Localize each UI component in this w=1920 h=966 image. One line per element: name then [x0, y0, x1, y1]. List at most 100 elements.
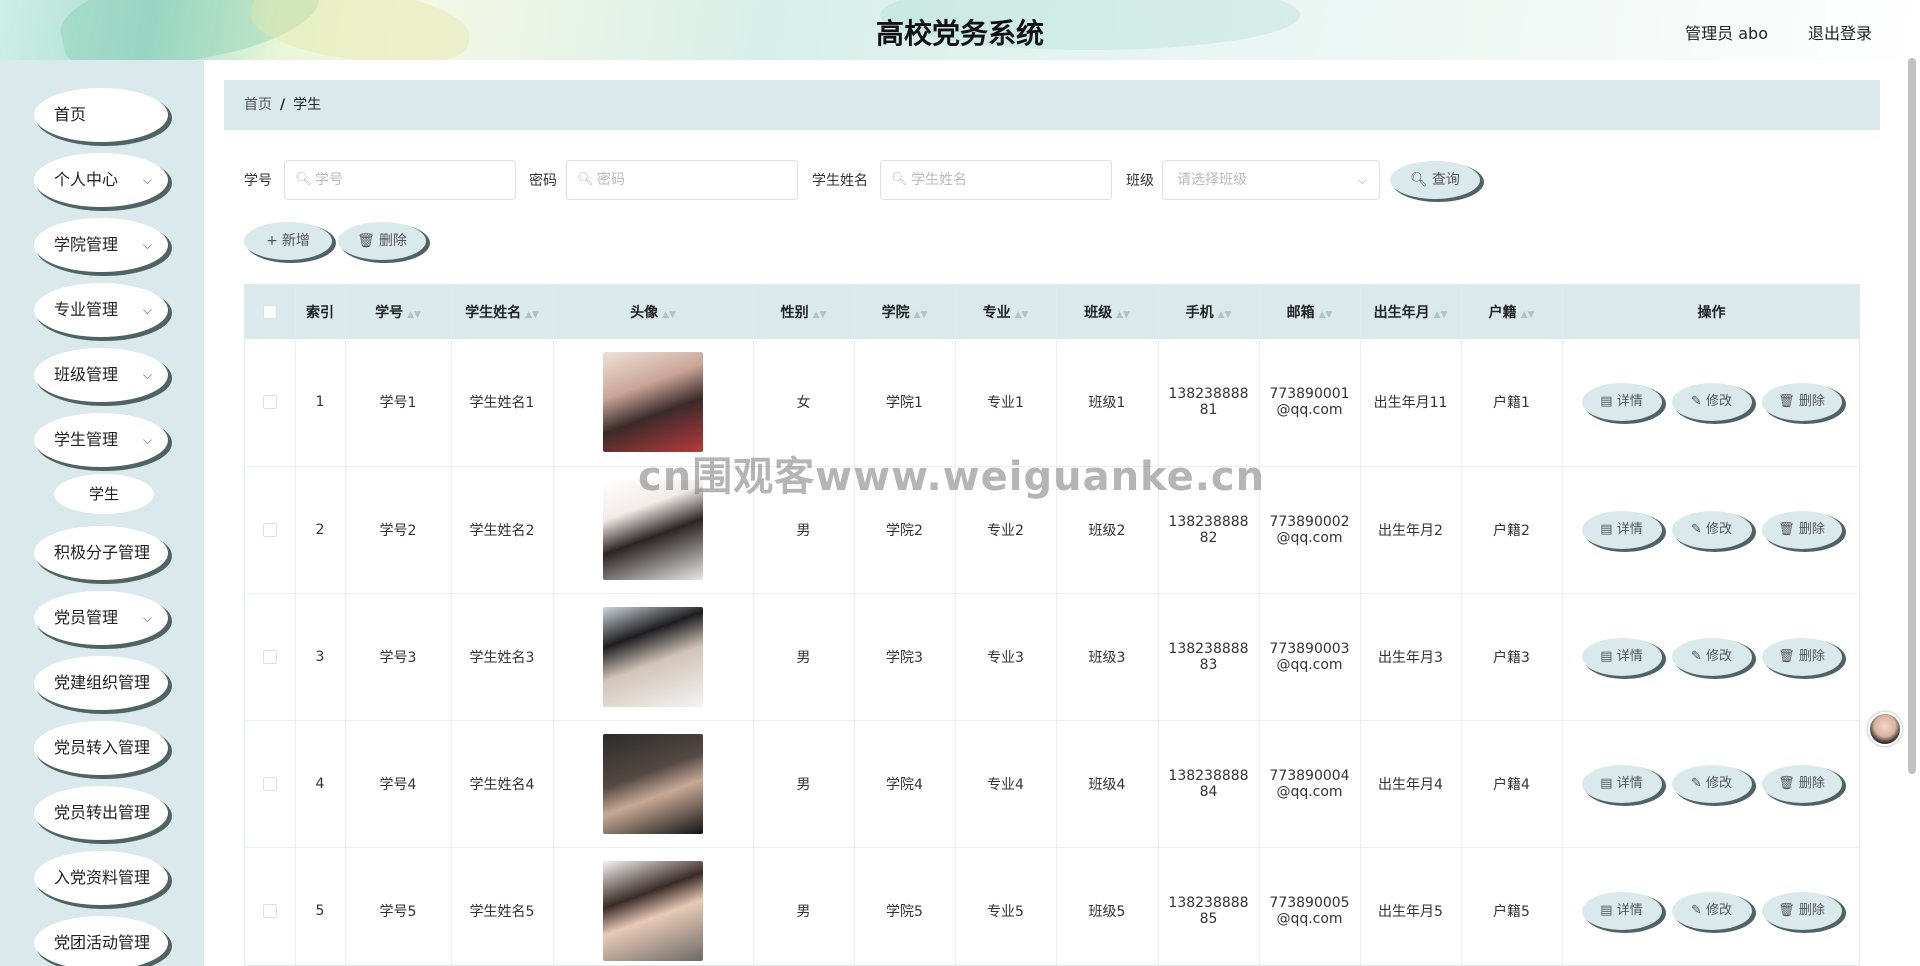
sidebar-item-home[interactable]: 首页: [34, 88, 168, 142]
delete-button[interactable]: 🗑︎ 删除: [1761, 764, 1842, 803]
sort-icon[interactable]: ▲▼: [1015, 310, 1029, 320]
phone-part: 84: [1199, 783, 1218, 800]
column-header[interactable]: 学号 ▲▼: [345, 285, 452, 339]
column-header[interactable]: 专业 ▲▼: [955, 285, 1057, 339]
batch-delete-button[interactable]: 🗑︎ 删除: [338, 222, 426, 260]
edit-button[interactable]: ✎ 修改: [1671, 764, 1752, 803]
row-checkbox[interactable]: [262, 903, 277, 918]
detail-button-label: 详情: [1616, 775, 1643, 791]
column-header[interactable]: 性别 ▲▼: [753, 285, 855, 339]
sidebar-item-class[interactable]: 班级管理 ⌵: [34, 348, 168, 402]
sidebar-item-organization[interactable]: 党建组织管理: [34, 656, 168, 710]
xuehao-input[interactable]: 🔍︎ 学号: [284, 160, 516, 200]
column-header[interactable]: 头像 ▲▼: [553, 285, 754, 339]
sidebar-item-college[interactable]: 学院管理 ⌵: [34, 218, 168, 272]
delete-button[interactable]: 🗑︎ 删除: [1761, 637, 1842, 676]
page-scrollbar[interactable]: [1908, 58, 1916, 774]
class-cell: 班级5: [1056, 847, 1159, 965]
sidebar-item-transfer-out[interactable]: 党员转出管理: [34, 786, 168, 840]
document-icon: ▤: [1600, 775, 1617, 791]
column-header[interactable]: 户籍 ▲▼: [1461, 285, 1563, 339]
sort-icon[interactable]: ▲▼: [1319, 310, 1333, 320]
column-header-label: 学生姓名: [465, 305, 522, 321]
edit-button[interactable]: ✎ 修改: [1671, 510, 1752, 549]
column-header[interactable]: 班级 ▲▼: [1056, 285, 1159, 339]
phone-cell: 138238888 84: [1158, 720, 1260, 848]
index-cell: 4: [295, 720, 346, 848]
row-select-cell: [245, 339, 296, 467]
chevron-down-icon: ⌵: [142, 368, 152, 382]
column-header[interactable]: 学生姓名 ▲▼: [451, 285, 554, 339]
column-header[interactable]: 学院 ▲▼: [854, 285, 956, 339]
delete-button[interactable]: 🗑︎ 删除: [1761, 510, 1842, 549]
huji-cell: 户籍1: [1461, 339, 1563, 467]
edit-button-label: 修改: [1706, 775, 1733, 791]
birth-cell: 出生年月5: [1360, 847, 1462, 965]
trash-icon: 🗑︎: [357, 233, 375, 249]
xuehao-placeholder: 学号: [315, 172, 343, 188]
sidebar-item-activist[interactable]: 积极分子管理: [34, 526, 168, 580]
sidebar-item-transfer-in[interactable]: 党员转入管理: [34, 721, 168, 775]
index-cell: 2: [295, 466, 346, 594]
breadcrumb: 首页 / 学生: [224, 80, 1880, 130]
sidebar-subitem-student[interactable]: 学生: [54, 474, 154, 514]
phone-cell: 138238888 85: [1158, 847, 1260, 965]
column-header[interactable]: 手机 ▲▼: [1158, 285, 1260, 339]
sidebar-item-activities[interactable]: 党团活动管理: [34, 916, 168, 966]
column-header-label: 出生年月: [1373, 305, 1430, 321]
mima-placeholder: 密码: [597, 172, 625, 188]
sidebar-item-label: 学院管理: [54, 235, 119, 254]
detail-button-label: 详情: [1616, 902, 1643, 918]
detail-button[interactable]: ▤ 详情: [1581, 891, 1662, 930]
student-name-input[interactable]: 🔍︎ 学生姓名: [880, 160, 1112, 200]
sort-icon[interactable]: ▲▼: [525, 310, 539, 320]
college-cell: 学院4: [854, 720, 956, 848]
detail-button[interactable]: ▤ 详情: [1581, 637, 1662, 676]
row-checkbox[interactable]: [262, 776, 277, 791]
delete-button[interactable]: 🗑︎ 删除: [1761, 891, 1842, 930]
avatar-cell: [553, 720, 754, 848]
row-checkbox[interactable]: [262, 522, 277, 537]
select-all-checkbox[interactable]: [262, 305, 277, 319]
row-checkbox[interactable]: [262, 649, 277, 664]
delete-button[interactable]: 🗑︎ 删除: [1761, 383, 1842, 422]
sort-icon[interactable]: ▲▼: [914, 310, 928, 320]
edit-button[interactable]: ✎ 修改: [1671, 637, 1752, 676]
sort-icon[interactable]: ▲▼: [407, 310, 421, 320]
chevron-down-icon: ⌵: [142, 433, 152, 447]
column-header[interactable]: 邮箱 ▲▼: [1259, 285, 1361, 339]
sort-icon[interactable]: ▲▼: [662, 310, 676, 320]
sidebar-item-student[interactable]: 学生管理 ⌵: [34, 413, 168, 467]
birth-cell: 出生年月11: [1360, 339, 1462, 467]
column-header[interactable]: 出生年月 ▲▼: [1360, 285, 1462, 339]
sidebar-item-label: 首页: [54, 105, 87, 124]
sort-icon[interactable]: ▲▼: [813, 310, 827, 320]
sort-icon[interactable]: ▲▼: [1521, 310, 1535, 320]
detail-button[interactable]: ▤ 详情: [1581, 510, 1662, 549]
sort-icon[interactable]: ▲▼: [1434, 310, 1448, 320]
sidebar-item-label: 班级管理: [54, 365, 119, 384]
sort-icon[interactable]: ▲▼: [1116, 310, 1130, 320]
student-name-cell: 学生姓名1: [451, 339, 554, 467]
class-select[interactable]: 请选择班级 ⌵: [1162, 160, 1380, 200]
breadcrumb-home[interactable]: 首页: [244, 97, 272, 113]
add-button[interactable]: + 新增: [244, 222, 332, 260]
sidebar-item-major[interactable]: 专业管理 ⌵: [34, 283, 168, 337]
row-select-cell: [245, 847, 296, 965]
sidebar-item-member[interactable]: 党员管理 ⌵: [34, 591, 168, 645]
sidebar-item-personal-center[interactable]: 个人中心 ⌵: [34, 153, 168, 207]
row-checkbox[interactable]: [262, 395, 277, 410]
detail-button[interactable]: ▤ 详情: [1581, 383, 1662, 422]
edit-icon: ✎: [1690, 648, 1706, 664]
sort-icon[interactable]: ▲▼: [1218, 310, 1232, 320]
sidebar-item-materials[interactable]: 入党资料管理: [34, 851, 168, 905]
query-button[interactable]: 🔍︎ 查询: [1390, 161, 1480, 199]
huji-cell: 户籍2: [1461, 466, 1563, 594]
app-header: 高校党务系统 管理员 abo 退出登录: [0, 0, 1920, 60]
edit-button[interactable]: ✎ 修改: [1671, 383, 1752, 422]
assistant-avatar[interactable]: [1868, 712, 1902, 746]
edit-button[interactable]: ✎ 修改: [1671, 891, 1752, 930]
logout-link[interactable]: 退出登录: [1808, 20, 1872, 44]
mima-input[interactable]: 🔍︎ 密码: [566, 160, 798, 200]
detail-button[interactable]: ▤ 详情: [1581, 764, 1662, 803]
